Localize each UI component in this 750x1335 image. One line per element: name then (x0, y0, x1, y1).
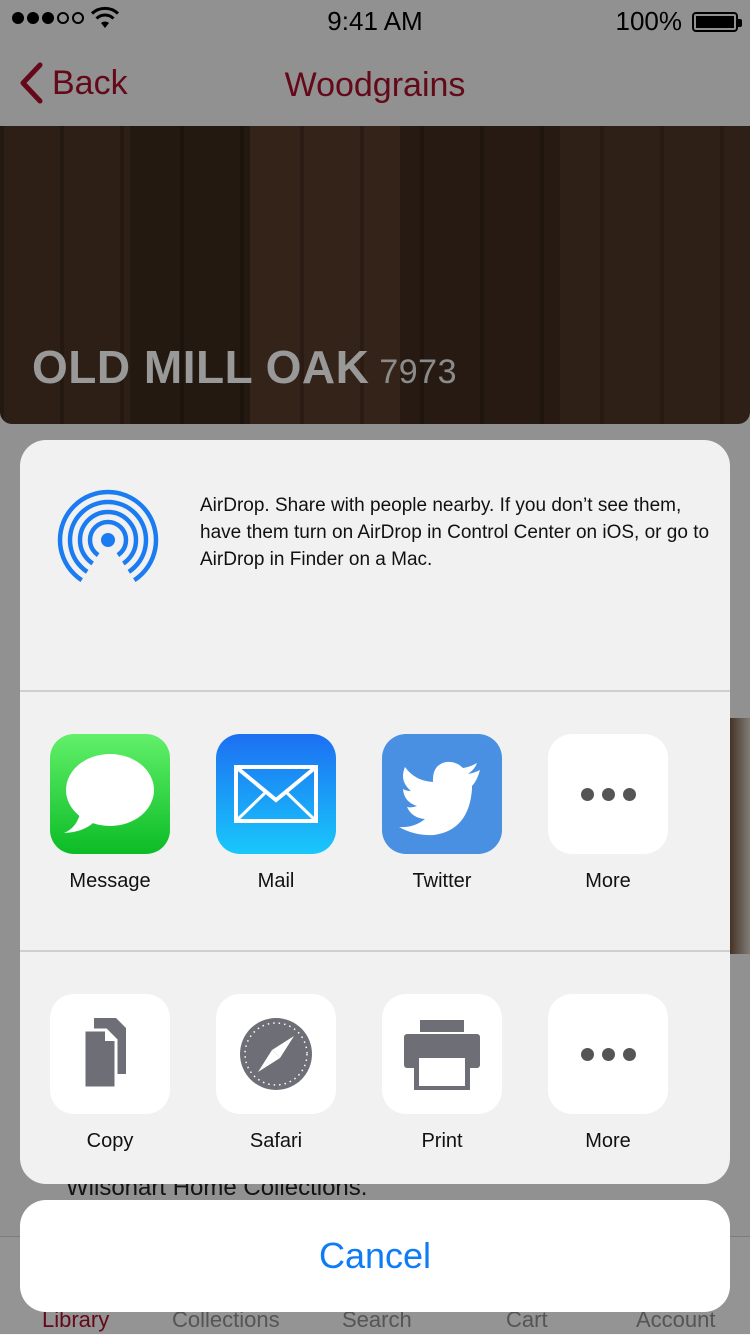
message-icon (50, 734, 170, 854)
copy-icon (50, 994, 170, 1114)
action-more-button[interactable]: More (525, 994, 691, 1153)
share-message-button[interactable]: Message (27, 734, 193, 893)
share-sheet: AirDrop. Share with people nearby. If yo… (20, 440, 730, 1184)
share-apps-row: Message Mail Twitter More (20, 692, 730, 950)
more-icon (548, 734, 668, 854)
more-icon (548, 994, 668, 1114)
action-print-button[interactable]: Print (359, 994, 525, 1153)
cancel-button[interactable]: Cancel (20, 1200, 730, 1312)
airdrop-icon (57, 489, 159, 591)
share-message-label: Message (69, 870, 151, 892)
airdrop-section: AirDrop. Share with people nearby. If yo… (20, 440, 730, 690)
action-copy-button[interactable]: Copy (27, 994, 193, 1153)
mail-icon (216, 734, 336, 854)
action-safari-label: Safari (249, 1130, 303, 1152)
safari-icon (216, 994, 336, 1114)
share-more-label: More (585, 870, 631, 892)
twitter-icon (382, 734, 502, 854)
action-print-label: Print (421, 1130, 463, 1152)
share-twitter-label: Twitter (412, 870, 472, 892)
airdrop-description: AirDrop. Share with people nearby. If yo… (200, 495, 710, 570)
share-mail-button[interactable]: Mail (193, 734, 359, 893)
share-actions-row: Copy Safari Print More (20, 952, 730, 1184)
share-more-button[interactable]: More (525, 734, 691, 893)
share-mail-label: Mail (257, 870, 295, 892)
action-copy-label: Copy (86, 1130, 134, 1152)
print-icon (382, 994, 502, 1114)
action-more-label: More (585, 1130, 631, 1152)
action-safari-button[interactable]: Safari (193, 994, 359, 1153)
share-twitter-button[interactable]: Twitter (359, 734, 525, 893)
